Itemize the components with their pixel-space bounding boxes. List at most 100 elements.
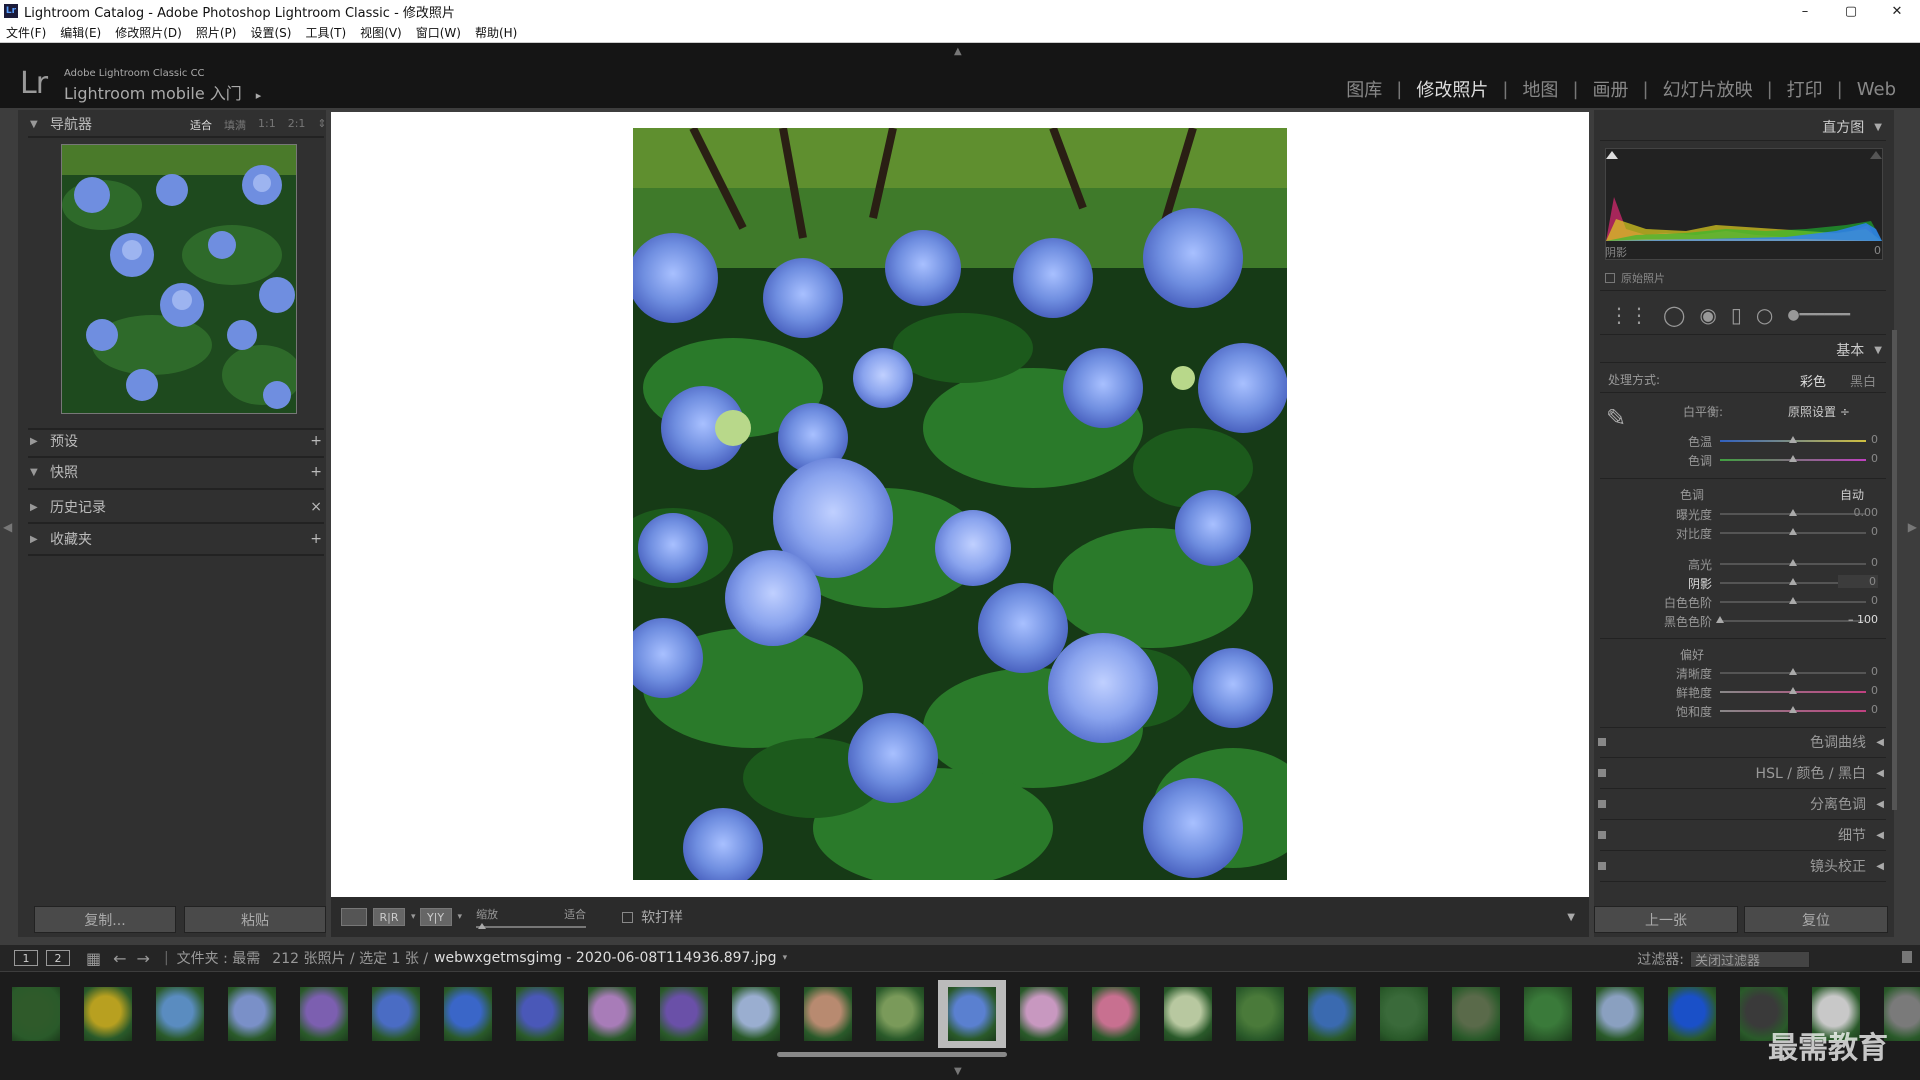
clear-history-icon[interactable]: × [310, 499, 322, 515]
panel-switch-icon[interactable] [1598, 800, 1606, 808]
filmstrip-scrollbar[interactable] [777, 1052, 1007, 1057]
tone-curve-panel-header[interactable]: 色调曲线 ◀ [1598, 729, 1888, 755]
auto-tone-button[interactable]: 自动 [1840, 486, 1864, 503]
filmstrip-thumbnail[interactable] [1298, 980, 1366, 1048]
module-map[interactable]: 地图 [1508, 76, 1572, 102]
vibrance-slider[interactable]: 鲜艳度 0 [1606, 684, 1884, 700]
original-photo-checkbox[interactable] [1605, 273, 1615, 283]
add-collection-icon[interactable]: + [310, 531, 322, 547]
slider-knob[interactable] [1789, 559, 1797, 566]
module-print[interactable]: 打印 [1773, 76, 1837, 102]
filmstrip-thumbnail[interactable] [1010, 980, 1078, 1048]
basic-header[interactable]: 基本 ▼ [1836, 340, 1882, 360]
menu-edit[interactable]: 编辑(E) [60, 24, 101, 41]
module-book[interactable]: 画册 [1579, 76, 1643, 102]
filmstrip-thumbnail[interactable] [578, 980, 646, 1048]
hsl-panel-header[interactable]: HSL / 颜色 / 黑白 ◀ [1598, 760, 1888, 786]
slider-knob[interactable] [1789, 668, 1797, 675]
filmstrip-thumbnail[interactable] [2, 980, 70, 1048]
module-slideshow[interactable]: 幻灯片放映 [1649, 76, 1767, 102]
module-develop[interactable]: 修改照片 [1402, 76, 1502, 102]
slider-knob[interactable] [1789, 455, 1797, 462]
zoom-fill[interactable]: 填满 [224, 117, 246, 133]
filmstrip-thumbnail[interactable] [866, 980, 934, 1048]
zoom-control[interactable]: 缩放 适合 [476, 906, 587, 929]
maximize-button[interactable]: ▢ [1828, 0, 1874, 22]
main-photo[interactable] [633, 128, 1287, 880]
chevron-down-icon[interactable]: ▾ [411, 912, 416, 922]
module-library[interactable]: 图库 [1332, 76, 1396, 102]
exposure-slider[interactable]: 曝光度 0.00 [1606, 506, 1884, 522]
filmstrip-thumbnail[interactable] [218, 980, 286, 1048]
panel-switch-icon[interactable] [1598, 769, 1606, 777]
treatment-bw[interactable]: 黑白 [1850, 371, 1876, 390]
zoom-slider[interactable] [476, 923, 587, 929]
menu-photo[interactable]: 照片(P) [196, 24, 237, 41]
slider-knob[interactable] [1789, 509, 1797, 516]
zoom-more-icon[interactable]: ⇕ [317, 117, 326, 133]
history-header[interactable]: ▶ 历史记录 × [30, 494, 340, 520]
menu-window[interactable]: 窗口(W) [416, 24, 461, 41]
collections-header[interactable]: ▶ 收藏夹 + [30, 526, 340, 552]
soft-proof-toggle[interactable]: 软打样 [622, 907, 683, 927]
adjustment-brush-icon[interactable]: ●━━━━━━ [1787, 307, 1850, 323]
before-after-lr-button[interactable]: R|R [373, 908, 405, 926]
bottom-panel-toggle-icon[interactable]: ▼ [954, 1066, 962, 1077]
filmstrip-thumbnail[interactable] [722, 980, 790, 1048]
menu-settings[interactable]: 设置(S) [250, 24, 291, 41]
blacks-slider[interactable]: 黑色色阶 – 100 [1606, 613, 1884, 629]
saturation-slider[interactable]: 饱和度 0 [1606, 703, 1884, 719]
whites-slider[interactable]: 白色色阶 0 [1606, 594, 1884, 610]
right-panel-scrollbar[interactable] [1892, 330, 1897, 810]
before-after-toggle-button[interactable]: Y|Y [419, 908, 452, 926]
menu-develop[interactable]: 修改照片(D) [115, 24, 182, 41]
temp-slider[interactable]: 色温 0 [1606, 433, 1884, 449]
filmstrip-thumbnail[interactable] [1370, 980, 1438, 1048]
filmstrip-thumbnail[interactable] [1514, 980, 1582, 1048]
zoom-fit[interactable]: 适合 [190, 117, 212, 133]
clarity-slider[interactable]: 清晰度 0 [1606, 665, 1884, 681]
panel-switch-icon[interactable] [1598, 738, 1606, 746]
highlights-slider[interactable]: 高光 0 [1606, 556, 1884, 572]
menu-file[interactable]: 文件(F) [6, 24, 46, 41]
folder-source[interactable]: 文件夹 : 最需 [177, 948, 261, 968]
filmstrip-thumbnail[interactable] [434, 980, 502, 1048]
navigator-preview[interactable] [61, 144, 297, 414]
current-filename[interactable]: webwxgetmsgimg - 2020-06-08T114936.897.j… [434, 950, 777, 966]
toolbar-expand-icon[interactable]: ▼ [1567, 912, 1575, 923]
menu-view[interactable]: 视图(V) [360, 24, 402, 41]
slider-knob[interactable] [1789, 436, 1797, 443]
filmstrip-thumbnail[interactable] [506, 980, 574, 1048]
filmstrip-thumbnail[interactable] [1154, 980, 1222, 1048]
soft-proof-checkbox[interactable] [622, 911, 634, 923]
filmstrip-thumbnail[interactable] [794, 980, 862, 1048]
detail-panel-header[interactable]: 细节 ◀ [1598, 822, 1888, 848]
menu-help[interactable]: 帮助(H) [475, 24, 517, 41]
loupe-view-button[interactable] [341, 908, 367, 926]
right-panel-toggle-icon[interactable]: ▶ [1908, 520, 1917, 534]
filmstrip-thumbnail[interactable] [1658, 980, 1726, 1048]
tint-slider[interactable]: 色调 0 [1606, 452, 1884, 468]
add-snapshot-icon[interactable]: + [310, 464, 322, 480]
close-button[interactable]: ✕ [1874, 0, 1920, 22]
copy-button[interactable]: 复制... [34, 906, 176, 933]
zoom-1-1[interactable]: 1:1 [258, 117, 276, 133]
reset-button[interactable]: 复位 [1744, 906, 1888, 933]
panel-switch-icon[interactable] [1598, 831, 1606, 839]
filmstrip-thumbnail[interactable] [1586, 980, 1654, 1048]
filmstrip-thumbnail[interactable] [146, 980, 214, 1048]
zoom-2-1[interactable]: 2:1 [288, 117, 306, 133]
filmstrip-thumbnail[interactable] [290, 980, 358, 1048]
menu-tools[interactable]: 工具(T) [305, 24, 346, 41]
lens-correction-panel-header[interactable]: 镜头校正 ◀ [1598, 853, 1888, 879]
snapshots-header[interactable]: ▼ 快照 + [30, 459, 340, 485]
slider-knob[interactable] [1789, 578, 1797, 585]
graduated-filter-icon[interactable]: ▯ [1731, 303, 1742, 327]
module-web[interactable]: Web [1843, 79, 1910, 100]
contrast-slider[interactable]: 对比度 0 [1606, 525, 1884, 541]
left-panel-toggle-icon[interactable]: ◀ [3, 520, 12, 534]
shadows-slider[interactable]: 阴影 0 [1606, 575, 1884, 591]
filmstrip-thumbnail[interactable] [74, 980, 142, 1048]
histogram-header[interactable]: 直方图 ▼ [1822, 117, 1882, 137]
window-2-button[interactable]: 2 [46, 950, 70, 966]
